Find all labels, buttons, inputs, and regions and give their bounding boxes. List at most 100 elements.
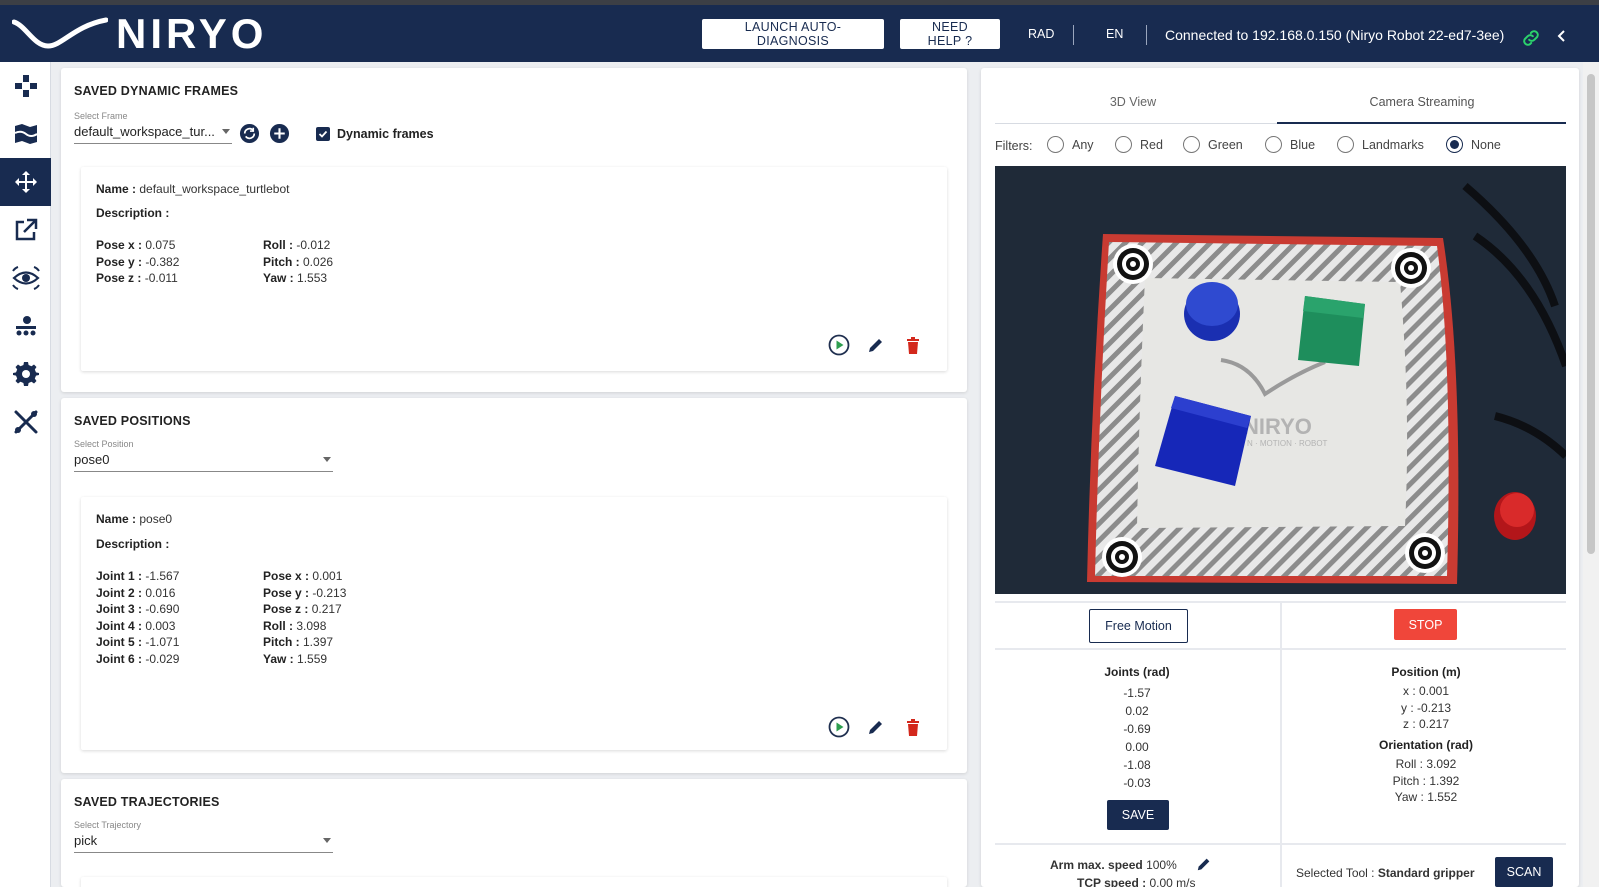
- refresh-icon[interactable]: [239, 123, 260, 144]
- panel-title: SAVED POSITIONS: [74, 414, 191, 428]
- map-icon: [14, 124, 38, 144]
- joints-title: Joints (rad): [1104, 665, 1170, 679]
- orientation-value: Yaw : 1.552: [1394, 790, 1458, 804]
- move-arrows-icon: [14, 171, 37, 193]
- joint-value: -1.57: [1123, 686, 1151, 700]
- sidebar-item-move[interactable]: [0, 158, 51, 206]
- sidebar-item-settings[interactable]: [0, 350, 51, 398]
- saved-positions-panel: SAVED POSITIONS Select Position pose0 Na…: [61, 398, 967, 773]
- dynamic-frames-checkbox[interactable]: [316, 127, 330, 141]
- scan-tool-button[interactable]: SCAN: [1495, 857, 1553, 887]
- niryo-swoosh-icon: [12, 17, 108, 49]
- select-trajectory-dropdown[interactable]: pick: [74, 831, 333, 853]
- filter-radio-blue[interactable]: Blue: [1265, 136, 1315, 153]
- filter-radio-landmarks[interactable]: Landmarks: [1337, 136, 1424, 153]
- add-circle-icon[interactable]: [269, 123, 290, 144]
- position-field: Joint 3 : -0.690: [96, 602, 180, 616]
- select-position-dropdown[interactable]: pose0: [74, 450, 333, 472]
- sidebar-item-map[interactable]: [0, 110, 51, 158]
- orientation-title: Orientation (rad): [1378, 738, 1473, 752]
- stop-button[interactable]: STOP: [1394, 609, 1457, 640]
- board-logo-text: NIRYO: [1243, 414, 1312, 439]
- select-frame-label: Select Frame: [74, 111, 128, 121]
- filter-radio-green[interactable]: Green: [1183, 136, 1243, 153]
- panel-title: SAVED TRAJECTORIES: [74, 795, 220, 809]
- position-description: Description :: [96, 537, 170, 551]
- play-frame-button[interactable]: [828, 334, 850, 356]
- tools-icon: [14, 410, 37, 434]
- page-scrollbar[interactable]: [1583, 62, 1599, 887]
- position-field: Joint 1 : -1.567: [96, 569, 180, 583]
- filters-label: Filters:: [995, 139, 1033, 153]
- free-motion-button[interactable]: Free Motion: [1089, 609, 1188, 643]
- panel-title: SAVED DYNAMIC FRAMES: [74, 84, 239, 98]
- checkmark-icon: [318, 130, 328, 138]
- sidebar-item-vision[interactable]: [0, 254, 51, 302]
- select-frame-dropdown[interactable]: default_workspace_tur...: [74, 122, 232, 144]
- language-toggle[interactable]: EN: [1106, 27, 1123, 41]
- divider: [1146, 25, 1147, 45]
- landmark-target: [1391, 248, 1431, 288]
- pencil-icon: [869, 339, 882, 352]
- position-field: Pose x : 0.001: [263, 569, 343, 583]
- select-frame-value: default_workspace_tur...: [74, 124, 215, 139]
- filter-radio-red[interactable]: Red: [1115, 136, 1163, 153]
- position-field: Pose z : 0.217: [263, 602, 342, 616]
- sidebar-item-tools[interactable]: [0, 398, 51, 446]
- niryo-logo: NIRYO: [12, 10, 267, 57]
- gear-icon: [12, 362, 39, 386]
- need-help-button[interactable]: NEED HELP ?: [900, 19, 1000, 49]
- play-icon: [828, 334, 850, 356]
- unit-toggle[interactable]: RAD: [1028, 27, 1054, 41]
- joint-value: -0.69: [1123, 722, 1151, 736]
- link-icon[interactable]: [1520, 27, 1542, 49]
- orientation-value: Roll : 3.092: [1395, 757, 1457, 771]
- select-trajectory-value: pick: [74, 833, 98, 848]
- position-field: Joint 6 : -0.029: [96, 651, 180, 666]
- position-value: y : -0.213: [1400, 700, 1452, 715]
- eye-icon: [11, 266, 40, 290]
- landmark-target: [1102, 537, 1142, 577]
- launch-auto-diagnosis-button[interactable]: LAUNCH AUTO-DIAGNOSIS: [702, 19, 884, 49]
- landmark-target: [1113, 244, 1153, 284]
- frame-name: Name : default_workspace_turtlebot: [96, 182, 290, 196]
- save-joints-button[interactable]: SAVE: [1107, 800, 1169, 830]
- chevron-down-icon: [323, 457, 331, 462]
- tab-3d-view[interactable]: 3D View: [995, 95, 1271, 109]
- position-field: Joint 2 : 0.016: [96, 585, 176, 600]
- chevron-down-icon: [222, 129, 230, 134]
- position-field: Joint 5 : -1.071: [96, 635, 180, 649]
- sidebar-item-joystick[interactable]: [0, 62, 51, 110]
- connection-status: Connected to 192.168.0.150 (Niryo Robot …: [1165, 27, 1505, 43]
- board-logo-subtext: N · MOTION · ROBOT: [1247, 439, 1328, 448]
- frame-field: Roll : -0.012: [263, 238, 331, 252]
- position-field: Yaw : 1.559: [263, 651, 328, 666]
- position-field: Pose y : -0.213: [263, 585, 347, 600]
- scrollbar-thumb[interactable]: [1587, 74, 1595, 554]
- edit-frame-button[interactable]: [865, 334, 887, 356]
- position-details-card: Name : pose0 Description : Joint 1 : -1.…: [81, 497, 947, 750]
- filter-radio-none[interactable]: None: [1446, 136, 1501, 153]
- conveyor-icon: [15, 316, 36, 336]
- position-value: z : 0.217: [1402, 717, 1450, 731]
- tab-camera-streaming[interactable]: Camera Streaming: [1284, 95, 1560, 109]
- delete-position-button[interactable]: [902, 716, 924, 738]
- play-position-button[interactable]: [828, 716, 850, 738]
- joint-value: 0.02: [1125, 704, 1149, 718]
- divider: [1073, 25, 1074, 45]
- joint-value: 0.00: [1125, 740, 1149, 754]
- filter-radio-any[interactable]: Any: [1047, 136, 1094, 153]
- frame-field: Pitch : 0.026: [263, 254, 334, 269]
- trash-icon: [907, 336, 919, 354]
- edit-speed-icon[interactable]: [1196, 856, 1212, 872]
- edit-position-button[interactable]: [865, 716, 887, 738]
- chevron-left-icon[interactable]: [1556, 29, 1568, 43]
- position-field: Joint 4 : 0.003: [96, 618, 176, 633]
- delete-frame-button[interactable]: [902, 334, 924, 356]
- sidebar-item-conveyor[interactable]: [0, 302, 51, 350]
- divider: [995, 843, 1566, 845]
- select-position-label: Select Position: [74, 439, 134, 449]
- sidebar-item-external[interactable]: [0, 206, 51, 254]
- selected-tool: Selected Tool : Standard gripper: [1296, 866, 1475, 880]
- position-value: x : 0.001: [1402, 684, 1450, 698]
